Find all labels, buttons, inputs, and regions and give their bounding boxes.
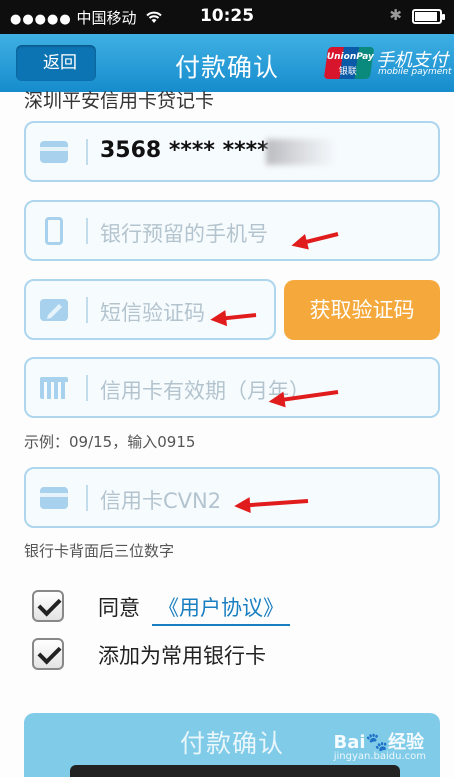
card-number-field: 3568 **** **** (24, 121, 440, 182)
card-icon (40, 141, 68, 163)
phone-placeholder: 银行预留的手机号 (100, 222, 268, 246)
bluetooth-icon: ✱ (389, 6, 402, 24)
phone-icon (45, 217, 63, 245)
expiry-field[interactable]: 信用卡有效期（月年） (24, 357, 440, 418)
unionpay-mark-text: UnionPay (326, 52, 374, 62)
bottom-toolbar (70, 765, 400, 777)
agree-label: 同意 (98, 596, 140, 620)
save-card-checkbox[interactable] (32, 638, 64, 670)
cvn-hint: 银行卡背面后三位数字 (24, 542, 175, 560)
status-bar: ●●●●● 中国移动 10:25 ✱ (0, 0, 454, 34)
battery-icon (412, 9, 445, 24)
cvn-field[interactable]: 信用卡CVN2 (24, 467, 440, 528)
unionpay-mark: UnionPay 银联 (323, 47, 375, 79)
nav-bar: 返回 付款确认 UnionPay 银联 手机支付 mobile payment (0, 34, 454, 92)
screen: ●●●●● 中国移动 10:25 ✱ 返回 付款确认 UnionPay 银联 手… (0, 0, 454, 777)
save-card-label: 添加为常用银行卡 (98, 644, 266, 668)
agree-checkbox[interactable] (32, 590, 64, 622)
user-agreement-link[interactable]: 《用户协议》 (152, 592, 290, 626)
calendar-icon (40, 377, 68, 399)
phone-field[interactable]: 银行预留的手机号 (24, 200, 440, 261)
baidu-watermark-url: jingyan.baidu.com (333, 751, 426, 762)
unionpay-mark-sub: 银联 (338, 67, 357, 77)
card-number-mask (266, 139, 336, 165)
brand-subtitle: mobile payment (378, 67, 452, 77)
divider (86, 218, 88, 244)
expiry-hint: 示例：09/15，输入0915 (24, 433, 196, 451)
divider (86, 139, 88, 165)
agree-row: 同意 《用户协议》 (32, 590, 322, 626)
save-card-row: 添加为常用银行卡 (32, 638, 322, 672)
edit-icon (40, 299, 68, 321)
divider (86, 375, 88, 401)
sms-code-field[interactable]: 短信验证码 (24, 279, 276, 340)
bank-name: 深圳平安信用卡贷记卡 (24, 90, 215, 110)
card-number-value: 3568 **** **** (100, 138, 269, 163)
status-time: 10:25 (199, 6, 255, 26)
get-code-button[interactable]: 获取验证码 (284, 280, 440, 340)
card-icon (40, 487, 68, 509)
sms-code-placeholder: 短信验证码 (100, 301, 205, 325)
unionpay-logo: UnionPay 银联 手机支付 mobile payment (323, 47, 451, 79)
divider (86, 297, 88, 323)
cvn-placeholder: 信用卡CVN2 (100, 489, 222, 513)
divider (86, 485, 88, 511)
